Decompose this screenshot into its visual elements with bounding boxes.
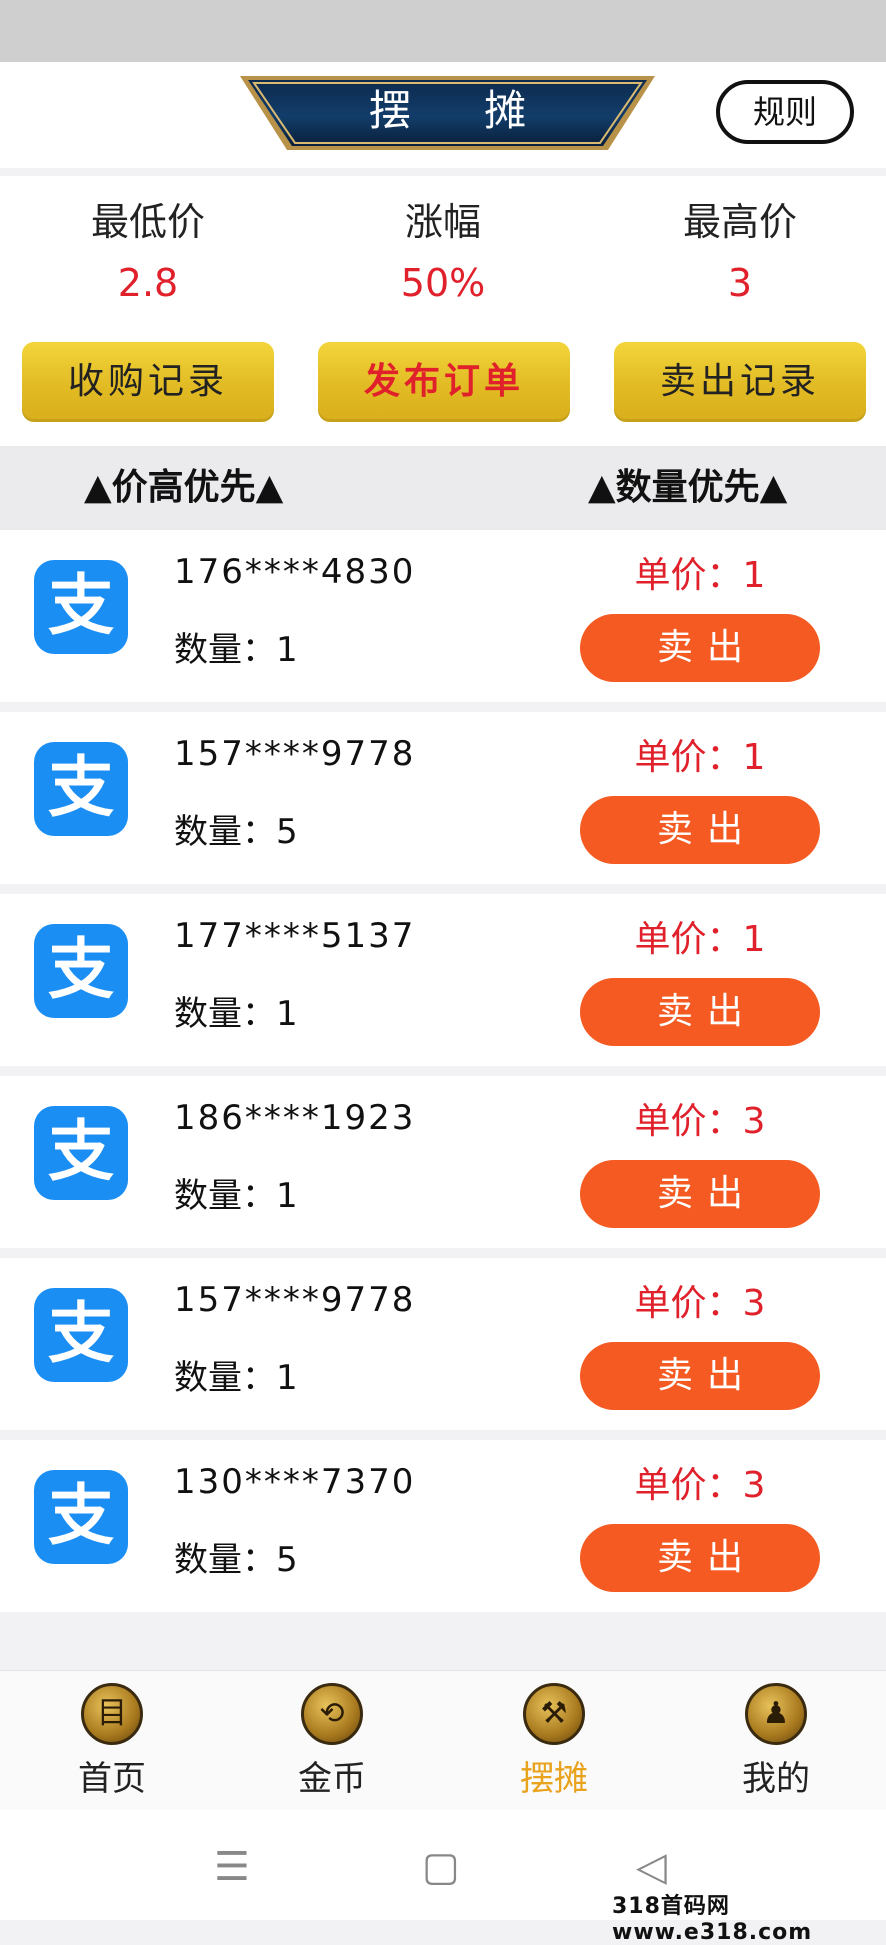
unit-price: 单价：1 — [634, 737, 766, 778]
tab-label: 首页 — [78, 1759, 146, 1799]
alipay-icon: 支 — [34, 742, 128, 836]
home-icon: 目 — [81, 1683, 143, 1745]
tab-label: 摆摊 — [520, 1759, 588, 1799]
alipay-icon: 支 — [34, 560, 128, 654]
publish-order-button[interactable]: 发布订单 — [318, 342, 570, 422]
coin-icon: ⟲ — [301, 1683, 363, 1745]
stat-value: 50% — [400, 261, 486, 305]
rules-button[interactable]: 规则 — [716, 80, 854, 144]
stat-min-price: 最低价 2.8 — [28, 196, 268, 308]
list-item: 支 130****7370 数量：5 单价：3 卖出 — [0, 1440, 886, 1612]
unit-price: 单价：1 — [634, 919, 766, 960]
stat-label: 最低价 — [90, 200, 205, 244]
page-title: 摆 摊 — [368, 86, 557, 135]
unit-price: 单价：1 — [634, 555, 766, 596]
stall-icon: ⚒ — [523, 1683, 585, 1745]
stat-label: 涨幅 — [404, 200, 481, 244]
tab-profile[interactable]: ♟ 我的 — [686, 1683, 866, 1800]
watermark: 318首码网 www.e318.com — [612, 1894, 813, 1945]
back-icon[interactable]: ◁ — [636, 1844, 667, 1890]
stat-value: 3 — [727, 261, 753, 305]
tab-coins[interactable]: ⟲ 金币 — [242, 1683, 422, 1800]
seller-phone: 186****1923 — [174, 1098, 416, 1138]
quantity: 数量：5 — [174, 812, 298, 852]
quantity: 数量：1 — [174, 1358, 298, 1398]
quantity: 数量：1 — [174, 1176, 298, 1216]
stat-value: 2.8 — [117, 261, 179, 305]
list-item: 支 177****5137 数量：1 单价：1 卖出 — [0, 894, 886, 1066]
seller-phone: 176****4830 — [174, 552, 416, 592]
alipay-icon: 支 — [34, 1106, 128, 1200]
sell-button[interactable]: 卖出 — [580, 614, 820, 682]
sell-button[interactable]: 卖出 — [580, 1524, 820, 1592]
sell-button[interactable]: 卖出 — [580, 796, 820, 864]
sell-button[interactable]: 卖出 — [580, 978, 820, 1046]
page-title-banner: 摆 摊 — [240, 74, 655, 152]
list-item: 支 157****9778 数量：1 单价：3 卖出 — [0, 1258, 886, 1430]
sort-bar: ▲价高优先▲ ▲数量优先▲ — [0, 446, 886, 530]
stat-max-price: 最高价 3 — [620, 196, 860, 308]
buy-records-button[interactable]: 收购记录 — [22, 342, 274, 422]
alipay-icon: 支 — [34, 924, 128, 1018]
price-stats: 最低价 2.8 涨幅 50% 最高价 3 收购记录 发布订单 卖出记录 — [0, 176, 886, 446]
stat-increase: 涨幅 50% — [323, 196, 563, 308]
tab-label: 金币 — [298, 1759, 366, 1799]
sort-by-quantity[interactable]: ▲数量优先▲ — [588, 446, 787, 530]
unit-price: 单价：3 — [634, 1283, 766, 1324]
menu-icon[interactable]: ☰ — [214, 1844, 250, 1890]
quantity: 数量：1 — [174, 630, 298, 670]
list-item: 支 176****4830 数量：1 单价：1 卖出 — [0, 530, 886, 702]
sell-records-button[interactable]: 卖出记录 — [614, 342, 866, 422]
sell-button[interactable]: 卖出 — [580, 1160, 820, 1228]
sort-by-price[interactable]: ▲价高优先▲ — [84, 446, 283, 530]
seller-phone: 157****9778 — [174, 734, 416, 774]
profile-icon: ♟ — [745, 1683, 807, 1745]
bottom-tab-bar: 目 首页 ⟲ 金币 ⚒ 摆摊 ♟ 我的 — [0, 1670, 886, 1811]
seller-phone: 157****9778 — [174, 1280, 416, 1320]
stat-label: 最高价 — [682, 200, 797, 244]
unit-price: 单价：3 — [634, 1465, 766, 1506]
list-item: 支 186****1923 数量：1 单价：3 卖出 — [0, 1076, 886, 1248]
unit-price: 单价：3 — [634, 1101, 766, 1142]
sell-button[interactable]: 卖出 — [580, 1342, 820, 1410]
header: 摆 摊 规则 — [0, 62, 886, 168]
alipay-icon: 支 — [34, 1288, 128, 1382]
tab-label: 我的 — [742, 1759, 810, 1799]
alipay-icon: 支 — [34, 1470, 128, 1564]
quantity: 数量：5 — [174, 1540, 298, 1580]
seller-phone: 130****7370 — [174, 1462, 416, 1502]
quantity: 数量：1 — [174, 994, 298, 1034]
tab-home[interactable]: 目 首页 — [22, 1683, 202, 1800]
home-nav-icon[interactable]: ▢ — [422, 1844, 460, 1890]
seller-phone: 177****5137 — [174, 916, 416, 956]
status-bar — [0, 0, 886, 62]
tab-stall[interactable]: ⚒ 摆摊 — [464, 1683, 644, 1800]
list-item: 支 157****9778 数量：5 单价：1 卖出 — [0, 712, 886, 884]
